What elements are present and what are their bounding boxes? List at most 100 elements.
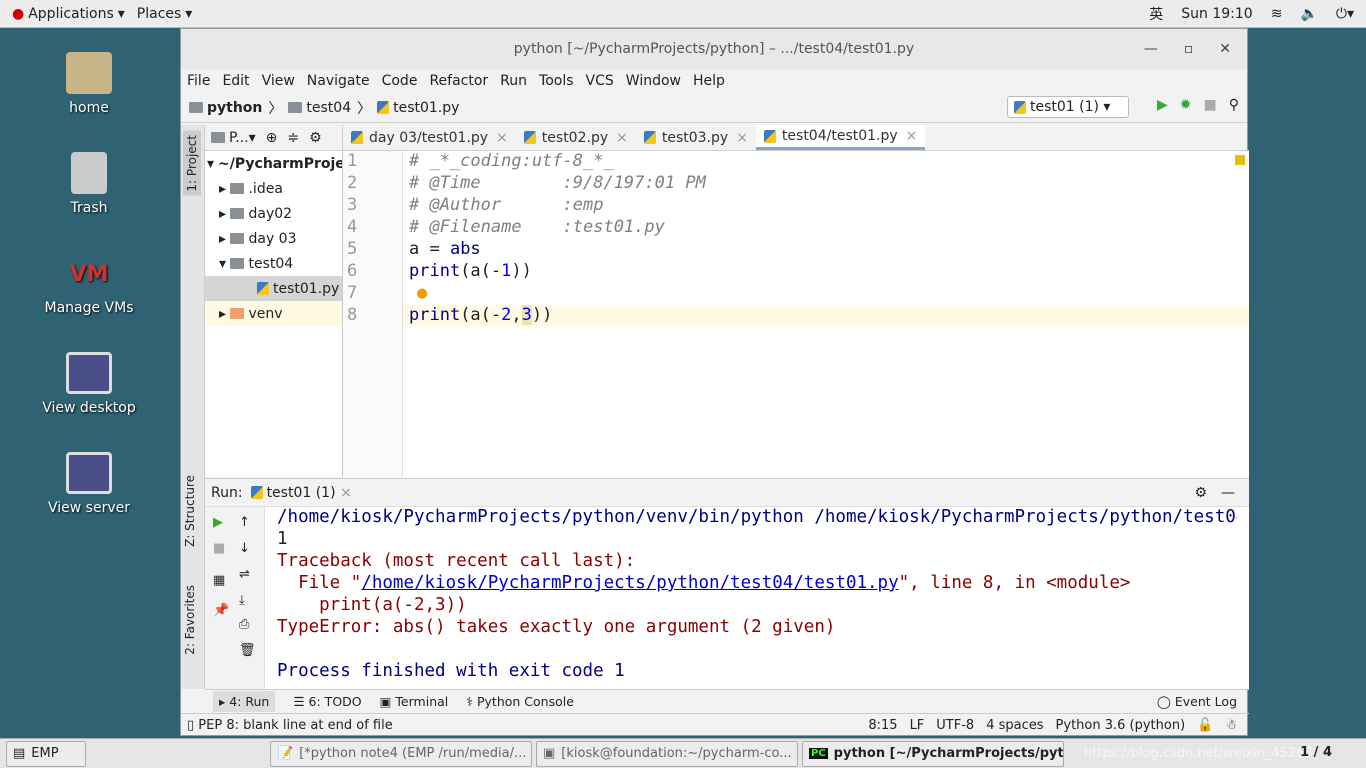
python-console-tool-tab[interactable]: ⚕ Python Console [466, 694, 574, 709]
maximize-button[interactable]: ▫ [1184, 41, 1194, 57]
console-output[interactable]: /home/kiosk/PycharmProjects/python/venv/… [205, 507, 1237, 690]
folder-icon [189, 102, 203, 113]
status-message[interactable]: ▯ PEP 8: blank line at end of file [187, 718, 393, 733]
stop-icon[interactable]: ■ [1204, 97, 1217, 113]
power-icon[interactable]: ⏻▾ [1336, 6, 1354, 22]
breadcrumb-file[interactable]: test01.py [377, 100, 459, 116]
traceback-file-link[interactable]: /home/kiosk/PycharmProjects/python/test0… [361, 573, 898, 593]
places-menu[interactable]: Places ▾ [137, 6, 193, 22]
settings-icon[interactable]: ⚙ [1194, 485, 1207, 501]
menu-edit[interactable]: Edit [222, 73, 249, 89]
todo-tool-tab[interactable]: ☰ 6: TODO [293, 694, 361, 709]
settings-icon[interactable]: ⚙ [309, 130, 322, 146]
search-icon[interactable]: ⚲ [1229, 97, 1239, 113]
close-tab-icon[interactable]: × [906, 128, 918, 144]
desktop-trash[interactable]: Trash [30, 152, 148, 216]
desktop-view-desktop[interactable]: View desktop [30, 352, 148, 416]
desktop-view-server[interactable]: View server [30, 452, 148, 516]
tree-item-test04[interactable]: ▾ test04 [205, 251, 342, 276]
hide-icon[interactable]: — [1221, 485, 1235, 501]
close-tab-icon[interactable]: × [616, 130, 628, 146]
menu-window[interactable]: Window [626, 73, 681, 89]
pycharm-icon: PC [809, 748, 828, 759]
tab-test02[interactable]: test02.py × [516, 125, 636, 150]
tree-item-test01[interactable]: test01.py [205, 276, 342, 301]
favorites-tool-tab[interactable]: 2: Favorites [183, 585, 197, 655]
pycharm-window: python [~/PycharmProjects/python] – .../… [180, 28, 1249, 737]
lightbulb-icon[interactable]: ● [417, 283, 427, 303]
breadcrumb: python 〉 test04 〉 test01.py test01 (1) ▾ ▶… [181, 93, 1247, 123]
menu-view[interactable]: View [262, 73, 295, 89]
tree-item-idea[interactable]: ▸ .idea [205, 176, 342, 201]
tab-day03-test01[interactable]: day 03/test01.py × [343, 125, 516, 150]
volume-icon[interactable]: 🔈 [1300, 6, 1317, 22]
workspace-pager[interactable]: 1 / 4 [1300, 745, 1332, 760]
menu-vcs[interactable]: VCS [586, 73, 614, 89]
left-tool-strip: 1: Project Z: Structure 2: Favorites [181, 125, 205, 689]
breadcrumb-python[interactable]: python [189, 100, 262, 116]
menu-help[interactable]: Help [693, 73, 725, 89]
tree-item-day02[interactable]: ▸ day02 [205, 201, 342, 226]
desktop-home[interactable]: home [30, 52, 148, 116]
tree-item-venv[interactable]: ▸ venv [205, 301, 342, 326]
menu-refactor[interactable]: Refactor [429, 73, 488, 89]
event-log-tool-tab[interactable]: ◯ Event Log [1157, 694, 1237, 709]
breadcrumb-test04[interactable]: test04 [288, 100, 351, 116]
menu-navigate[interactable]: Navigate [307, 73, 370, 89]
locate-icon[interactable]: ⊕ [266, 130, 278, 146]
clock[interactable]: Sun 19:10 [1181, 6, 1252, 22]
tree-root[interactable]: ▾ ~/PycharmProje [205, 151, 342, 176]
desktop-manage-vms[interactable]: VM Manage VMs [30, 262, 148, 316]
menu-file[interactable]: File [187, 73, 210, 89]
task-pycharm[interactable]: PCpython [~/PycharmProjects/pytho... [802, 740, 1064, 767]
run-tool-tab[interactable]: ▸ 4: Run [213, 691, 276, 712]
minimize-button[interactable]: — [1144, 41, 1158, 57]
title-bar: python [~/PycharmProjects/python] – .../… [181, 29, 1247, 69]
project-tool-tab[interactable]: 1: Project [183, 131, 201, 196]
indent[interactable]: 4 spaces [986, 718, 1043, 733]
interpreter[interactable]: Python 3.6 (python) [1056, 718, 1186, 733]
close-button[interactable]: ✕ [1219, 41, 1231, 57]
project-view-select[interactable]: P...▾ [211, 130, 256, 146]
structure-tool-tab[interactable]: Z: Structure [183, 475, 197, 547]
task-gedit[interactable]: 📝 [*python note4 (EMP /run/media/... [270, 740, 532, 767]
menu-bar: File Edit View Navigate Code Refactor Run Tools… [181, 69, 1247, 93]
run-tab[interactable]: test01 (1) × [250, 485, 352, 501]
lock-icon[interactable]: 🔓 [1197, 718, 1213, 733]
project-panel: P...▾ ⊕ ≑ ⚙ ▾ ~/PycharmProje ▸ .idea ▸ day0… [205, 125, 343, 477]
inspector-icon[interactable]: ☃ [1225, 718, 1237, 733]
run-config-select[interactable]: test01 (1) ▾ [1007, 96, 1129, 118]
close-tab-icon[interactable]: × [496, 130, 508, 146]
task-terminal[interactable]: ▣ [kiosk@foundation:~/pycharm-co... [536, 740, 798, 767]
inspection-status-icon[interactable] [1235, 155, 1245, 165]
line-ending[interactable]: LF [910, 718, 925, 733]
code-editor[interactable]: 12345678 # _*_coding:utf-8_*_ # @Time :9… [343, 151, 1249, 478]
menu-tools[interactable]: Tools [539, 73, 574, 89]
applications-menu[interactable]: ● Applications ▾ [12, 6, 125, 22]
tree-item-day03[interactable]: ▸ day 03 [205, 226, 342, 251]
caret-position[interactable]: 8:15 [868, 718, 897, 733]
workspace-emp[interactable]: ▤ EMP [6, 740, 86, 767]
wifi-icon[interactable]: ≋ [1271, 6, 1283, 22]
python-icon [1014, 100, 1026, 114]
monitor-icon [66, 452, 112, 494]
tab-test03[interactable]: test03.py × [636, 125, 756, 150]
input-method[interactable]: 英 [1149, 4, 1163, 24]
taskbar: ▤ EMP 📝 [*python note4 (EMP /run/media/.… [0, 738, 1366, 768]
terminal-tool-tab[interactable]: ▣ Terminal [380, 694, 449, 709]
redhat-icon: ● [12, 5, 25, 22]
tab-test04-test01[interactable]: test04/test01.py × [755, 125, 926, 150]
run-icon[interactable]: ▶ [1157, 97, 1168, 113]
menu-code[interactable]: Code [382, 73, 418, 89]
vm-icon: VM [69, 262, 109, 287]
encoding[interactable]: UTF-8 [936, 718, 974, 733]
menu-run[interactable]: Run [500, 73, 527, 89]
close-tab-icon[interactable]: × [736, 130, 748, 146]
debug-icon[interactable]: ✹ [1180, 97, 1192, 113]
monitor-icon [66, 352, 112, 394]
python-file-icon [257, 282, 269, 295]
python-file-icon [377, 101, 390, 114]
collapse-icon[interactable]: ≑ [287, 130, 299, 146]
home-folder-icon [66, 52, 112, 94]
status-bar: ▯ PEP 8: blank line at end of file 8:15 L… [181, 713, 1249, 737]
